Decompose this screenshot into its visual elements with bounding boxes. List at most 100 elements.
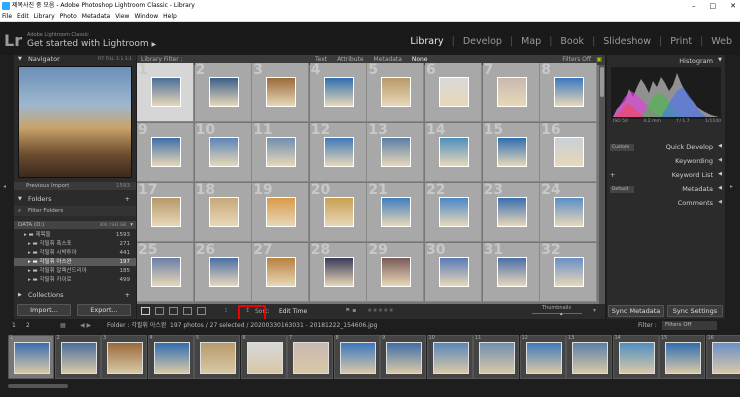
import-button[interactable]: Import... <box>17 304 71 316</box>
grid-cell[interactable]: 8 <box>540 62 598 122</box>
grid-cell[interactable]: 9 <box>137 122 194 182</box>
filmstrip-thumbnail[interactable] <box>479 342 515 374</box>
grid-cell[interactable]: 31 <box>482 242 540 302</box>
grid-cell[interactable]: 10 <box>194 122 252 182</box>
module-library[interactable]: Library <box>410 36 443 47</box>
filmstrip-thumbnail[interactable] <box>14 342 50 374</box>
folder-item-root[interactable]: ▸ ▬ 제목들 1593 <box>14 231 136 239</box>
grid-cell[interactable]: 17 <box>137 182 194 242</box>
filmstrip-item[interactable]: 5 <box>194 335 240 379</box>
survey-view-icon[interactable] <box>183 307 192 315</box>
photo-thumbnail[interactable] <box>208 137 239 167</box>
photo-thumbnail[interactable] <box>151 197 181 227</box>
monitor-2-icon[interactable]: 2 <box>26 319 30 332</box>
menu-library[interactable]: Library <box>34 12 55 21</box>
filmstrip-thumbnail[interactable] <box>107 342 143 374</box>
module-book[interactable]: Book <box>560 36 584 47</box>
filmstrip-thumbnail[interactable] <box>665 342 701 374</box>
photo-thumbnail[interactable] <box>439 137 469 167</box>
photo-thumbnail[interactable] <box>208 77 239 107</box>
zoom-fill[interactable]: FILL <box>106 57 115 62</box>
filmstrip-thumbnail[interactable] <box>711 342 740 374</box>
filmstrip-item[interactable]: 4 <box>147 335 194 379</box>
module-develop[interactable]: Develop <box>463 36 502 47</box>
folder-item[interactable]: ▸ ▬ 각필휘 카이로 499 <box>14 276 136 284</box>
menu-edit[interactable]: Edit <box>17 12 29 21</box>
module-slideshow[interactable]: Slideshow <box>603 36 651 47</box>
grid-cell[interactable]: 32 <box>540 242 598 302</box>
rating-stars[interactable]: ★★★★★ <box>367 307 394 314</box>
thumbnail-size-slider[interactable] <box>532 313 582 314</box>
filmstrip-thumbnail[interactable] <box>525 342 562 374</box>
filmstrip-item[interactable]: 12 <box>519 335 566 379</box>
photo-thumbnail[interactable] <box>323 137 354 167</box>
photo-thumbnail[interactable] <box>496 137 527 167</box>
menu-help[interactable]: Help <box>163 12 177 21</box>
grid-cell[interactable]: 29 <box>367 242 425 302</box>
saved-preset-select[interactable]: Custom <box>610 144 634 151</box>
metadata-preset-select[interactable]: Default <box>610 186 634 193</box>
zoom-1-1[interactable]: 1:1 <box>116 57 123 62</box>
volume-row[interactable]: DATA (D:) 400 / 931 GB ▾ <box>14 221 136 229</box>
quick-develop-header[interactable]: Custom Quick Develop ◀ <box>607 143 725 153</box>
photo-thumbnail[interactable] <box>381 197 412 227</box>
people-view-icon[interactable] <box>197 307 206 315</box>
filmstrip-thumbnail[interactable] <box>432 342 469 374</box>
photo-thumbnail[interactable] <box>323 77 354 107</box>
filmstrip-item[interactable]: 11 <box>473 335 519 379</box>
folder-item[interactable]: ▸ ▬ 각필휘 알렉산드리아 185 <box>14 267 136 275</box>
add-collection-icon[interactable]: + <box>125 290 130 300</box>
right-panel-toggle-icon[interactable]: ▸ <box>730 183 733 190</box>
histogram-chart[interactable] <box>611 67 721 119</box>
grid-cell[interactable]: 30 <box>425 242 482 302</box>
filmstrip-item[interactable]: 3 <box>101 335 147 379</box>
module-print[interactable]: Print <box>670 36 692 47</box>
menu-window[interactable]: Window <box>134 12 158 21</box>
photo-thumbnail[interactable] <box>496 77 527 107</box>
compare-view-icon[interactable] <box>169 307 178 315</box>
minimize-button[interactable]: – <box>692 0 696 12</box>
menu-photo[interactable]: Photo <box>60 12 77 21</box>
navigator-header[interactable]: ▼ Navigator FIT FILL 1:1 3:1 <box>14 55 136 64</box>
grid-cell[interactable]: 5 <box>367 62 425 122</box>
scrollbar-thumb[interactable] <box>600 67 604 97</box>
photo-thumbnail[interactable] <box>439 257 469 287</box>
keywording-header[interactable]: Keywording <box>675 157 713 165</box>
grid-cell[interactable]: 18 <box>194 182 252 242</box>
module-map[interactable]: Map <box>521 36 541 47</box>
navigator-preview[interactable] <box>18 66 132 178</box>
grid-cell[interactable]: 24 <box>540 182 598 242</box>
grid-cell[interactable]: 3 <box>252 62 310 122</box>
export-button[interactable]: Export... <box>77 304 131 316</box>
grid-cell[interactable]: 27 <box>252 242 310 302</box>
photo-thumbnail[interactable] <box>496 197 527 227</box>
folders-header[interactable]: ▼ Folders + <box>14 194 136 204</box>
photo-thumbnail[interactable] <box>266 77 297 107</box>
grid-cell[interactable]: 20 <box>309 182 367 242</box>
menu-file[interactable]: File <box>2 12 12 21</box>
grid-cell[interactable]: 2 <box>194 62 252 122</box>
zoom-fit[interactable]: FIT <box>98 57 105 62</box>
photo-thumbnail[interactable] <box>323 197 354 227</box>
grid-cell[interactable]: 25 <box>137 242 194 302</box>
photo-thumbnail[interactable] <box>266 257 297 287</box>
photo-thumbnail[interactable] <box>323 257 354 287</box>
filmstrip-source-label[interactable]: Folder : 각필휘 아스완 <box>107 319 166 332</box>
grid-cell[interactable]: 14 <box>425 122 482 182</box>
grid-cell[interactable]: 26 <box>194 242 252 302</box>
grid-cell[interactable]: 28 <box>309 242 367 302</box>
filmstrip-thumbnail[interactable] <box>293 342 329 374</box>
filmstrip-thumbnail[interactable] <box>246 342 283 374</box>
add-folder-icon[interactable]: + <box>125 194 130 204</box>
filmstrip-thumbnail[interactable] <box>572 342 608 374</box>
filmstrip-thumbnail[interactable] <box>339 342 376 374</box>
filmstrip-item[interactable]: 8 <box>333 335 380 379</box>
filmstrip-item[interactable]: 16 <box>705 335 740 379</box>
close-button[interactable]: ✕ <box>730 0 736 12</box>
slider-handle-icon[interactable]: ▴ <box>560 311 563 317</box>
monitor-1-icon[interactable]: 1 <box>12 319 16 332</box>
grid-cell[interactable]: 23 <box>482 182 540 242</box>
zoom-3-1[interactable]: 3:1 <box>125 57 132 62</box>
loupe-view-icon[interactable] <box>155 307 164 315</box>
get-started-link[interactable]: Get started with Lightroom ▶ <box>27 39 156 49</box>
